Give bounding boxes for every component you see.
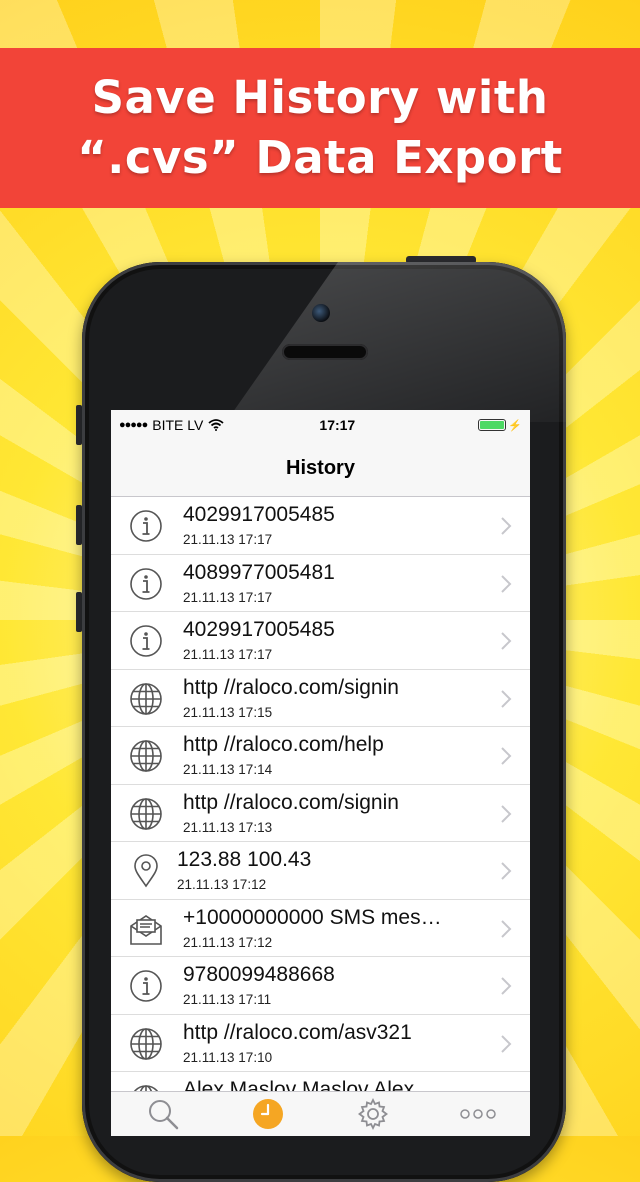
navigation-bar: History — [111, 440, 530, 497]
chevron-right-icon — [500, 631, 512, 651]
phone-glare — [225, 262, 566, 422]
history-item-date: 21.11.13 17:14 — [183, 762, 273, 777]
history-row[interactable]: http //raloco.com/asv321 21.11.13 17:10 — [111, 1015, 530, 1072]
history-item-date: 21.11.13 17:17 — [183, 589, 273, 605]
tab-more[interactable] — [458, 1096, 498, 1132]
chevron-right-icon — [500, 976, 512, 996]
more-dots-icon — [459, 1109, 496, 1119]
chevron-right-icon — [500, 804, 512, 824]
status-bar: ●●●●● BITE LV 17:17 ⚡ — [111, 410, 530, 440]
history-row[interactable]: http //raloco.com/signin 21.11.13 17:15 — [111, 670, 530, 727]
history-list: 4029917005485 21.11.13 17:17 4089977005481… — [111, 497, 530, 1130]
history-item-title: http //raloco.com/signin — [183, 675, 399, 699]
history-item-title: http //raloco.com/asv321 — [183, 1020, 412, 1044]
chevron-right-icon — [500, 689, 512, 709]
gear-icon — [357, 1097, 388, 1131]
battery-charging-icon: ⚡ — [478, 419, 522, 432]
history-item-title: 4089977005481 — [183, 560, 335, 584]
info-icon — [129, 969, 163, 1003]
history-item-date: 21.11.13 17:12 — [177, 877, 267, 892]
tab-settings[interactable] — [353, 1096, 393, 1132]
history-row[interactable]: 4089977005481 21.11.13 17:17 — [111, 555, 530, 612]
history-item-date: 21.11.13 17:17 — [183, 532, 273, 547]
globe-icon — [129, 739, 163, 773]
history-item-date: 21.11.13 17:12 — [183, 934, 273, 950]
front-camera — [312, 304, 330, 322]
history-row[interactable]: http //raloco.com/signin 21.11.13 17:13 — [111, 785, 530, 842]
tab-history[interactable] — [248, 1096, 288, 1132]
history-row[interactable]: 123.88 100.43 21.11.13 17:12 — [111, 842, 530, 900]
globe-icon — [129, 682, 163, 716]
chevron-right-icon — [500, 1034, 512, 1054]
chevron-right-icon — [500, 516, 512, 536]
earpiece-speaker — [282, 344, 368, 360]
carrier-label: BITE LV — [152, 417, 204, 433]
banner-line-2: “.cvs” Data Export — [77, 131, 563, 184]
history-row[interactable]: +10000000000 SMS mes… 21.11.13 17:12 — [111, 900, 530, 957]
signal-strength: ●●●●● — [119, 419, 148, 431]
history-item-title: http //raloco.com/help — [183, 733, 384, 756]
promo-banner: Save History with “.cvs” Data Export — [0, 48, 640, 208]
chevron-right-icon — [500, 746, 512, 766]
status-time: 17:17 — [319, 417, 356, 433]
banner-line-1: Save History with — [91, 71, 549, 124]
history-clock-icon — [253, 1099, 284, 1129]
search-icon — [149, 1100, 179, 1130]
history-row[interactable]: http //raloco.com/help 21.11.13 17:14 — [111, 727, 530, 785]
page-title: History — [286, 456, 355, 479]
location-pin-icon — [129, 854, 163, 888]
history-item-date: 21.11.13 17:15 — [183, 704, 273, 720]
chevron-right-icon — [500, 861, 512, 881]
wifi-icon — [208, 419, 224, 431]
info-icon — [129, 567, 163, 601]
chevron-right-icon — [500, 919, 512, 939]
history-row[interactable]: 4029917005485 21.11.13 17:17 — [111, 497, 530, 555]
history-item-date: 21.11.13 17:13 — [183, 819, 273, 835]
history-item-date: 21.11.13 17:17 — [183, 647, 273, 662]
envelope-icon — [129, 912, 163, 946]
info-icon — [129, 624, 163, 658]
globe-icon — [129, 797, 163, 831]
chevron-right-icon — [500, 574, 512, 594]
history-item-title: 4029917005485 — [183, 503, 335, 526]
phone-screen: ●●●●● BITE LV 17:17 ⚡ History 4029917005… — [111, 410, 530, 1136]
history-item-date: 21.11.13 17:11 — [183, 992, 272, 1007]
history-item-title: http //raloco.com/signin — [183, 790, 399, 814]
history-item-title: 123.88 100.43 — [177, 848, 312, 871]
history-item-title: 4029917005485 — [183, 618, 335, 641]
history-item-date: 21.11.13 17:10 — [183, 1049, 273, 1065]
globe-icon — [129, 1027, 163, 1061]
history-item-title: 9780099488668 — [183, 963, 335, 986]
tab-bar — [111, 1091, 530, 1136]
history-item-title: +10000000000 SMS mes… — [183, 905, 442, 929]
tab-search[interactable] — [143, 1096, 183, 1132]
info-icon — [129, 509, 163, 543]
history-row[interactable]: 4029917005485 21.11.13 17:17 — [111, 612, 530, 670]
history-row[interactable]: 9780099488668 21.11.13 17:11 — [111, 957, 530, 1015]
